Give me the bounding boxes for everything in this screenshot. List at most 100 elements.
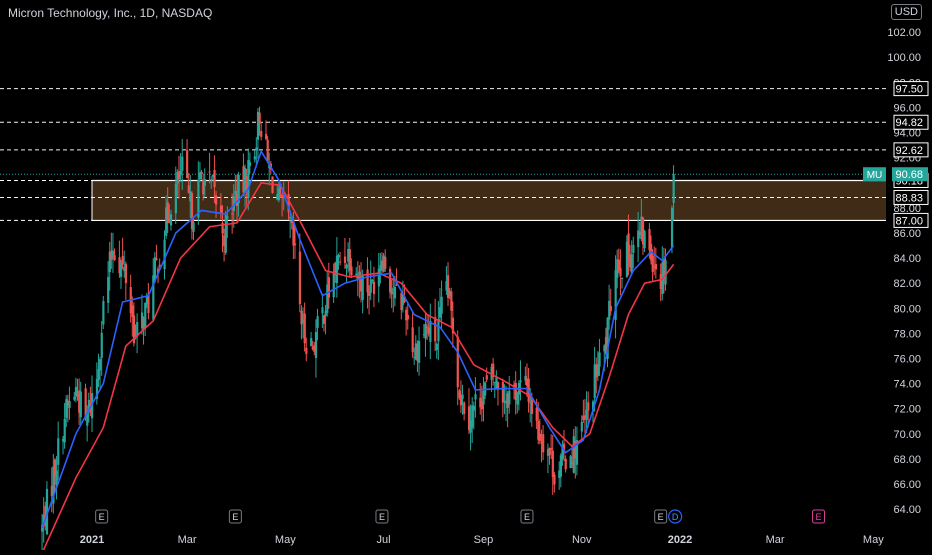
y-tick-label: 78.00	[893, 328, 921, 340]
candle-body	[255, 147, 258, 151]
currency-selector[interactable]: USD	[890, 4, 922, 20]
y-tick-label: 82.00	[893, 278, 921, 290]
y-tick-label: 68.00	[893, 454, 921, 466]
y-tick-label: 84.00	[893, 253, 921, 265]
candle-body	[393, 286, 397, 299]
candle-body	[321, 307, 324, 314]
candle-body	[343, 256, 347, 264]
x-tick-label: 2021	[80, 534, 104, 546]
candle-body	[434, 317, 437, 342]
candle-body	[377, 268, 380, 287]
candle-body	[102, 301, 105, 325]
candle-body	[226, 216, 229, 219]
candle-body	[429, 320, 432, 342]
candle-body	[303, 313, 306, 344]
candle-body	[437, 319, 440, 342]
candle-body	[97, 369, 100, 380]
candle-body	[426, 326, 429, 328]
x-tick-label: May	[275, 534, 296, 546]
candle-body	[550, 448, 553, 450]
y-tick-label: 96.00	[893, 102, 921, 114]
candle-body	[231, 213, 234, 215]
candle-body	[305, 347, 308, 354]
candle-body	[234, 190, 237, 196]
candle-body	[337, 255, 340, 258]
chart-title: Micron Technology, Inc., 1D, NASDAQ	[8, 6, 213, 20]
candle-body	[100, 332, 103, 358]
candle-body	[179, 170, 182, 176]
candle-body	[322, 315, 326, 324]
candle-body	[609, 306, 612, 312]
symbol-tag-label: MU	[867, 170, 883, 181]
candle-body	[327, 277, 331, 298]
candle-body	[121, 256, 124, 265]
y-tick-label: 102.00	[887, 27, 921, 39]
candle-body	[332, 271, 335, 298]
candle-body	[440, 296, 443, 314]
candle-body	[585, 409, 588, 420]
candle-body	[107, 277, 110, 303]
y-tick-label: 66.00	[893, 479, 921, 491]
level-price-tag-label: 92.62	[895, 145, 923, 157]
candle-body	[316, 316, 319, 328]
candle-body	[485, 375, 488, 380]
chart-background	[0, 0, 932, 550]
candle-body	[192, 222, 195, 232]
candle-body	[569, 456, 572, 468]
y-tick-label: 72.00	[893, 404, 921, 416]
y-tick-label: 64.00	[893, 504, 921, 516]
candle-body	[248, 162, 252, 167]
chart-canvas[interactable]: 64.00 66.00 68.00 70.00 72.00 74.00 76.00 78.00…	[0, 0, 932, 554]
candle-body	[538, 433, 542, 441]
x-tick-label: Mar	[178, 534, 197, 546]
candle-body	[99, 359, 102, 371]
candle-body	[424, 324, 427, 339]
candle-body	[158, 264, 161, 267]
candle-body	[181, 156, 184, 171]
candle-body	[553, 474, 556, 485]
candle-body	[293, 243, 297, 246]
earnings-marker-label: E	[232, 512, 238, 522]
candle-body	[384, 256, 387, 269]
candle-body	[598, 352, 601, 367]
candle-body	[63, 418, 66, 443]
candle-body	[371, 280, 374, 282]
candle-body	[208, 171, 211, 173]
candle-body	[260, 131, 263, 137]
candle-body	[68, 400, 71, 408]
x-tick-label: Sep	[474, 534, 494, 546]
level-price-tag-label: 87.00	[895, 215, 923, 227]
candle-body	[111, 250, 115, 256]
x-tick-label: Mar	[766, 534, 785, 546]
candle-body	[508, 390, 511, 405]
x-tick-label: Nov	[572, 534, 592, 546]
candle-body	[619, 267, 622, 277]
candle-body	[131, 305, 134, 317]
candle-body	[213, 169, 216, 188]
candle-body	[587, 402, 590, 411]
price-chart[interactable]: 64.00 66.00 68.00 70.00 72.00 74.00 76.00 78.00…	[0, 0, 932, 554]
candle-body	[372, 281, 376, 294]
candle-body	[366, 269, 369, 293]
candle-body	[350, 266, 353, 276]
last-price-tag-label: 90.68	[895, 169, 923, 181]
candle-body	[224, 215, 227, 253]
candle-body	[418, 340, 421, 363]
y-tick-label: 70.00	[893, 429, 921, 441]
candle-body	[664, 260, 667, 285]
level-price-tag-label: 97.50	[895, 84, 923, 96]
candle-body	[627, 233, 630, 258]
y-tick-label: 100.00	[887, 52, 921, 64]
candle-body	[472, 405, 475, 411]
y-tick-label: 86.00	[893, 228, 921, 240]
earnings-marker-label: E	[379, 512, 385, 522]
candle-body	[266, 139, 269, 161]
candle-body	[542, 434, 545, 453]
candle-body	[435, 343, 438, 351]
level-price-tag-label: 94.82	[895, 117, 923, 129]
candle-body	[277, 188, 281, 201]
candle-body	[289, 217, 292, 219]
candle-body	[339, 261, 342, 263]
earnings-marker-label: E	[658, 512, 664, 522]
candle-body	[654, 264, 658, 270]
